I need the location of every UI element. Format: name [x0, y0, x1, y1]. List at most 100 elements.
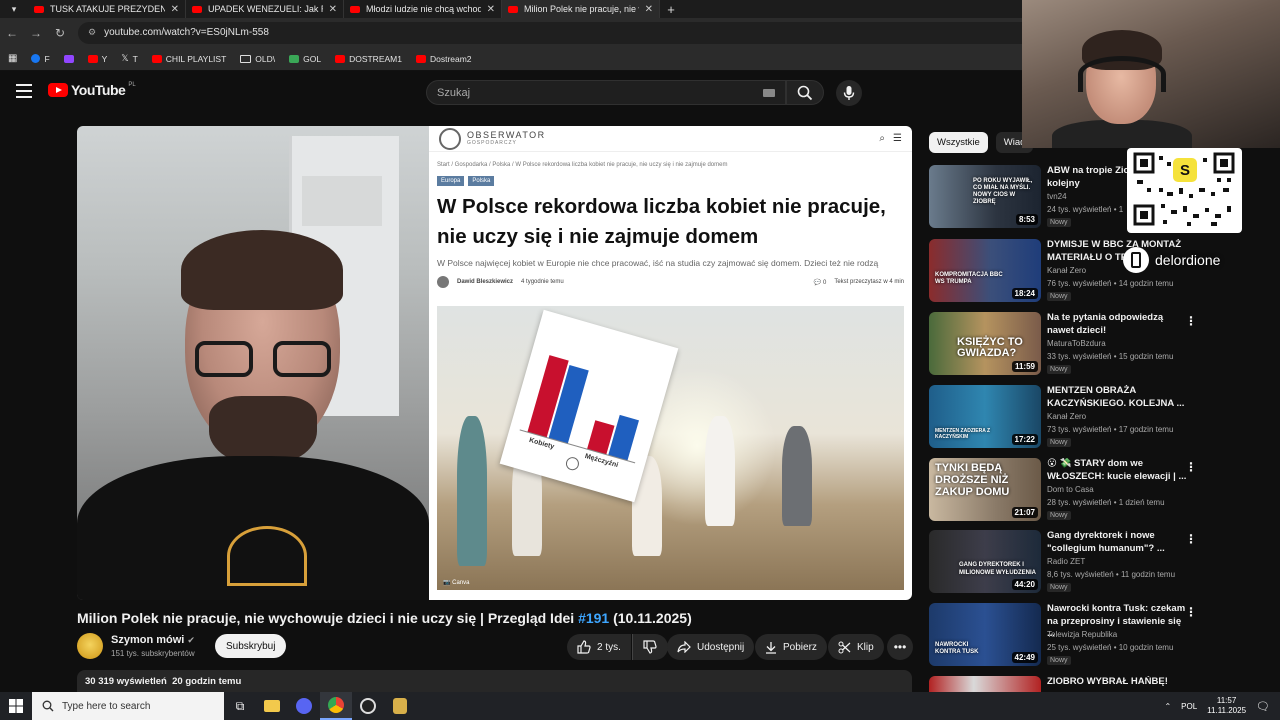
author-avatar — [437, 276, 449, 288]
more-vertical-icon[interactable]: ⋮ — [1185, 532, 1197, 546]
voice-search-button[interactable] — [836, 80, 862, 106]
bookmark-item[interactable]: GOL — [289, 54, 321, 64]
chip-all[interactable]: Wszystkie — [929, 132, 988, 153]
recommended-video[interactable]: GANG DYREKTOREK I MILIONOWE WYŁUDZENIA 4… — [929, 530, 1274, 596]
task-view-icon[interactable]: ⧉ — [224, 692, 256, 720]
video-description-box[interactable]: 30 319 wyświetleń 20 godzin temu — [77, 670, 912, 692]
more-vertical-icon[interactable]: ⋮ — [1185, 605, 1197, 619]
bookmark-item[interactable]: Y — [87, 54, 107, 64]
windows-start-icon[interactable] — [0, 699, 32, 713]
bookmark-item[interactable]: F — [31, 54, 50, 64]
tab-close-icon[interactable]: ✕ — [171, 4, 179, 15]
menu-hamburger-icon[interactable] — [16, 84, 32, 98]
search-button[interactable] — [786, 80, 824, 105]
subscribe-button[interactable]: Subskrybuj — [215, 634, 287, 658]
article-breadcrumb: Start / Gospodarka / Polska / W Polsce r… — [437, 162, 728, 168]
channel-name: Dom to Casa — [1047, 485, 1094, 494]
chevron-up-icon[interactable]: ⌃ — [1164, 702, 1171, 711]
recommended-video[interactable]: KSIĘŻYC TO GWIAZDA? 11:59 Na te pytania … — [929, 312, 1274, 378]
chrome-icon[interactable] — [320, 692, 352, 720]
notification-icon[interactable]: 🗨 — [1256, 700, 1270, 713]
recommended-video[interactable]: MENTZEN ZADZIERA Z KACZYŃSKIM 17:22 MENT… — [929, 385, 1274, 451]
tab-search-chevron-icon[interactable]: ▾ — [0, 0, 28, 18]
video-duration: 8:53 — [1015, 214, 1038, 225]
streamer-body — [1052, 120, 1192, 148]
bookmark-item[interactable] — [63, 54, 74, 63]
video-meta: 28 tys. wyświetleń • 1 dzień temu — [1047, 498, 1165, 507]
clock[interactable]: 11:57 11.11.2025 — [1207, 696, 1246, 716]
address-bar[interactable]: ⚙ youtube.com/watch?v=ES0jNLm-558 — [78, 21, 1038, 44]
bookmark-item[interactable]: Dostream2 — [415, 54, 472, 64]
youtube-icon — [335, 54, 346, 63]
more-horizontal-icon: ••• — [893, 640, 907, 654]
browser-tab[interactable]: TUSK ATAKUJE PREZYDENTA. JE ✕ — [28, 0, 186, 18]
file-explorer-icon[interactable] — [256, 692, 288, 720]
language-indicator[interactable]: POL — [1181, 702, 1197, 711]
tab-close-icon[interactable]: ✕ — [645, 4, 653, 15]
new-badge: Nowy — [1047, 511, 1071, 520]
browser-tab-active[interactable]: Milion Polek nie pracuje, nie wy ✕ — [502, 0, 660, 18]
video-thumbnail[interactable]: TYNKI BĘDĄ DROŻSZE NIŻ ZAKUP DOMU 21:07 — [929, 458, 1041, 521]
more-actions-button[interactable]: ••• — [887, 634, 913, 660]
clip-button[interactable]: Klip — [828, 634, 884, 660]
dislike-button[interactable] — [632, 634, 668, 660]
video-meta: 25 tys. wyświetleń • 10 godzin temu — [1047, 643, 1174, 652]
thumbs-up-icon — [577, 640, 591, 654]
new-tab-plus-icon[interactable]: + — [660, 2, 682, 17]
video-thumbnail[interactable]: PO ROKU WYJAWIŁ, CO MIAŁ NA MYŚLI. NOWY … — [929, 165, 1041, 228]
taskbar-search[interactable]: Type here to search — [32, 692, 224, 720]
download-button[interactable]: Pobierz — [755, 634, 827, 660]
bookmark-item[interactable]: DOSTREAM1 — [335, 54, 402, 64]
bookmark-item[interactable]: CHIL PLAYLIST — [151, 54, 226, 64]
video-thumbnail[interactable] — [929, 676, 1041, 692]
scissors-icon — [838, 641, 851, 653]
obs-icon[interactable] — [352, 692, 384, 720]
video-thumbnail[interactable]: NAWROCKI KONTRA TUSK 42:49 — [929, 603, 1041, 666]
article-photo: Kobiety Mężczyźni 📷 Canva — [437, 306, 904, 590]
video-thumbnail[interactable]: KOMPROMITACJA BBC WS TRUMPA 18:24 — [929, 239, 1041, 302]
share-button[interactable]: Udostępnij — [667, 634, 755, 660]
youtube-favicon-icon — [192, 5, 202, 13]
video-title: Milion Polek nie pracuje, nie wychowuje … — [77, 610, 692, 626]
reload-icon[interactable]: ↻ — [48, 26, 72, 40]
like-button[interactable]: 2 tys. — [567, 634, 631, 660]
channel-avatar[interactable] — [77, 633, 103, 659]
app-icon[interactable] — [384, 692, 416, 720]
search-input[interactable]: Szukaj — [426, 80, 786, 105]
search-icon — [42, 700, 54, 712]
keyboard-icon[interactable] — [763, 89, 775, 97]
video-title: ZIOBRO WYBRAŁ HAŃBĘ! — [1047, 676, 1168, 687]
facebook-icon — [31, 54, 41, 63]
video-meta: 73 tys. wyświetleń • 17 godzin temu — [1047, 425, 1174, 434]
video-thumbnail[interactable]: GANG DYREKTOREK I MILIONOWE WYŁUDZENIA 4… — [929, 530, 1041, 593]
video-player[interactable]: OBSERWATOR GOSPODARCZY ⌕ ☰ Start / Gospo… — [77, 126, 912, 600]
thumbs-down-icon — [643, 640, 657, 654]
apps-grid-icon[interactable]: ▦ — [8, 53, 17, 64]
recommended-video[interactable]: NAWROCKI KONTRA TUSK 42:49 Nawrocki kont… — [929, 603, 1274, 669]
more-vertical-icon[interactable]: ⋮ — [1185, 460, 1197, 474]
video-meta: 33 tys. wyświetleń • 15 godzin temu — [1047, 352, 1174, 361]
hashtag-link[interactable]: #191 — [578, 610, 609, 626]
video-thumbnail[interactable]: KSIĘŻYC TO GWIAZDA? 11:59 — [929, 312, 1041, 375]
recommended-video[interactable]: ZIOBRO WYBRAŁ HAŃBĘ! — [929, 676, 1274, 692]
youtube-play-icon — [48, 83, 68, 97]
forward-arrow-icon[interactable]: → — [24, 26, 48, 40]
youtube-logo[interactable]: YouTube PL — [48, 82, 136, 98]
bookmark-folder[interactable]: OLD\ — [240, 54, 275, 64]
tab-close-icon[interactable]: ✕ — [487, 4, 495, 15]
browser-tab[interactable]: Młodzi ludzie nie chcą wchodzi ✕ — [344, 0, 502, 18]
site-info-icon[interactable]: ⚙ — [88, 27, 96, 38]
article-screenshot: OBSERWATOR GOSPODARCZY ⌕ ☰ Start / Gospo… — [429, 126, 912, 600]
recommended-video[interactable]: TYNKI BĘDĄ DROŻSZE NIŻ ZAKUP DOMU 21:07 … — [929, 458, 1274, 524]
more-vertical-icon[interactable]: ⋮ — [1185, 314, 1197, 328]
discord-icon[interactable] — [288, 692, 320, 720]
video-thumbnail[interactable]: MENTZEN ZADZIERA Z KACZYŃSKIM 17:22 — [929, 385, 1041, 448]
filter-chips: Wszystkie Wiad — [929, 132, 1034, 153]
tab-close-icon[interactable]: ✕ — [329, 4, 337, 15]
bookmark-item[interactable]: 𝕏T — [121, 53, 137, 64]
browser-tab[interactable]: UPADEK WENEZUELI: Jak ROPA ✕ — [186, 0, 344, 18]
phone-icon — [1123, 247, 1149, 273]
channel-name[interactable]: Szymon mówi ✔ — [111, 634, 195, 646]
video-duration: 21:07 — [1011, 507, 1038, 518]
back-arrow-icon[interactable]: ← — [0, 26, 24, 40]
